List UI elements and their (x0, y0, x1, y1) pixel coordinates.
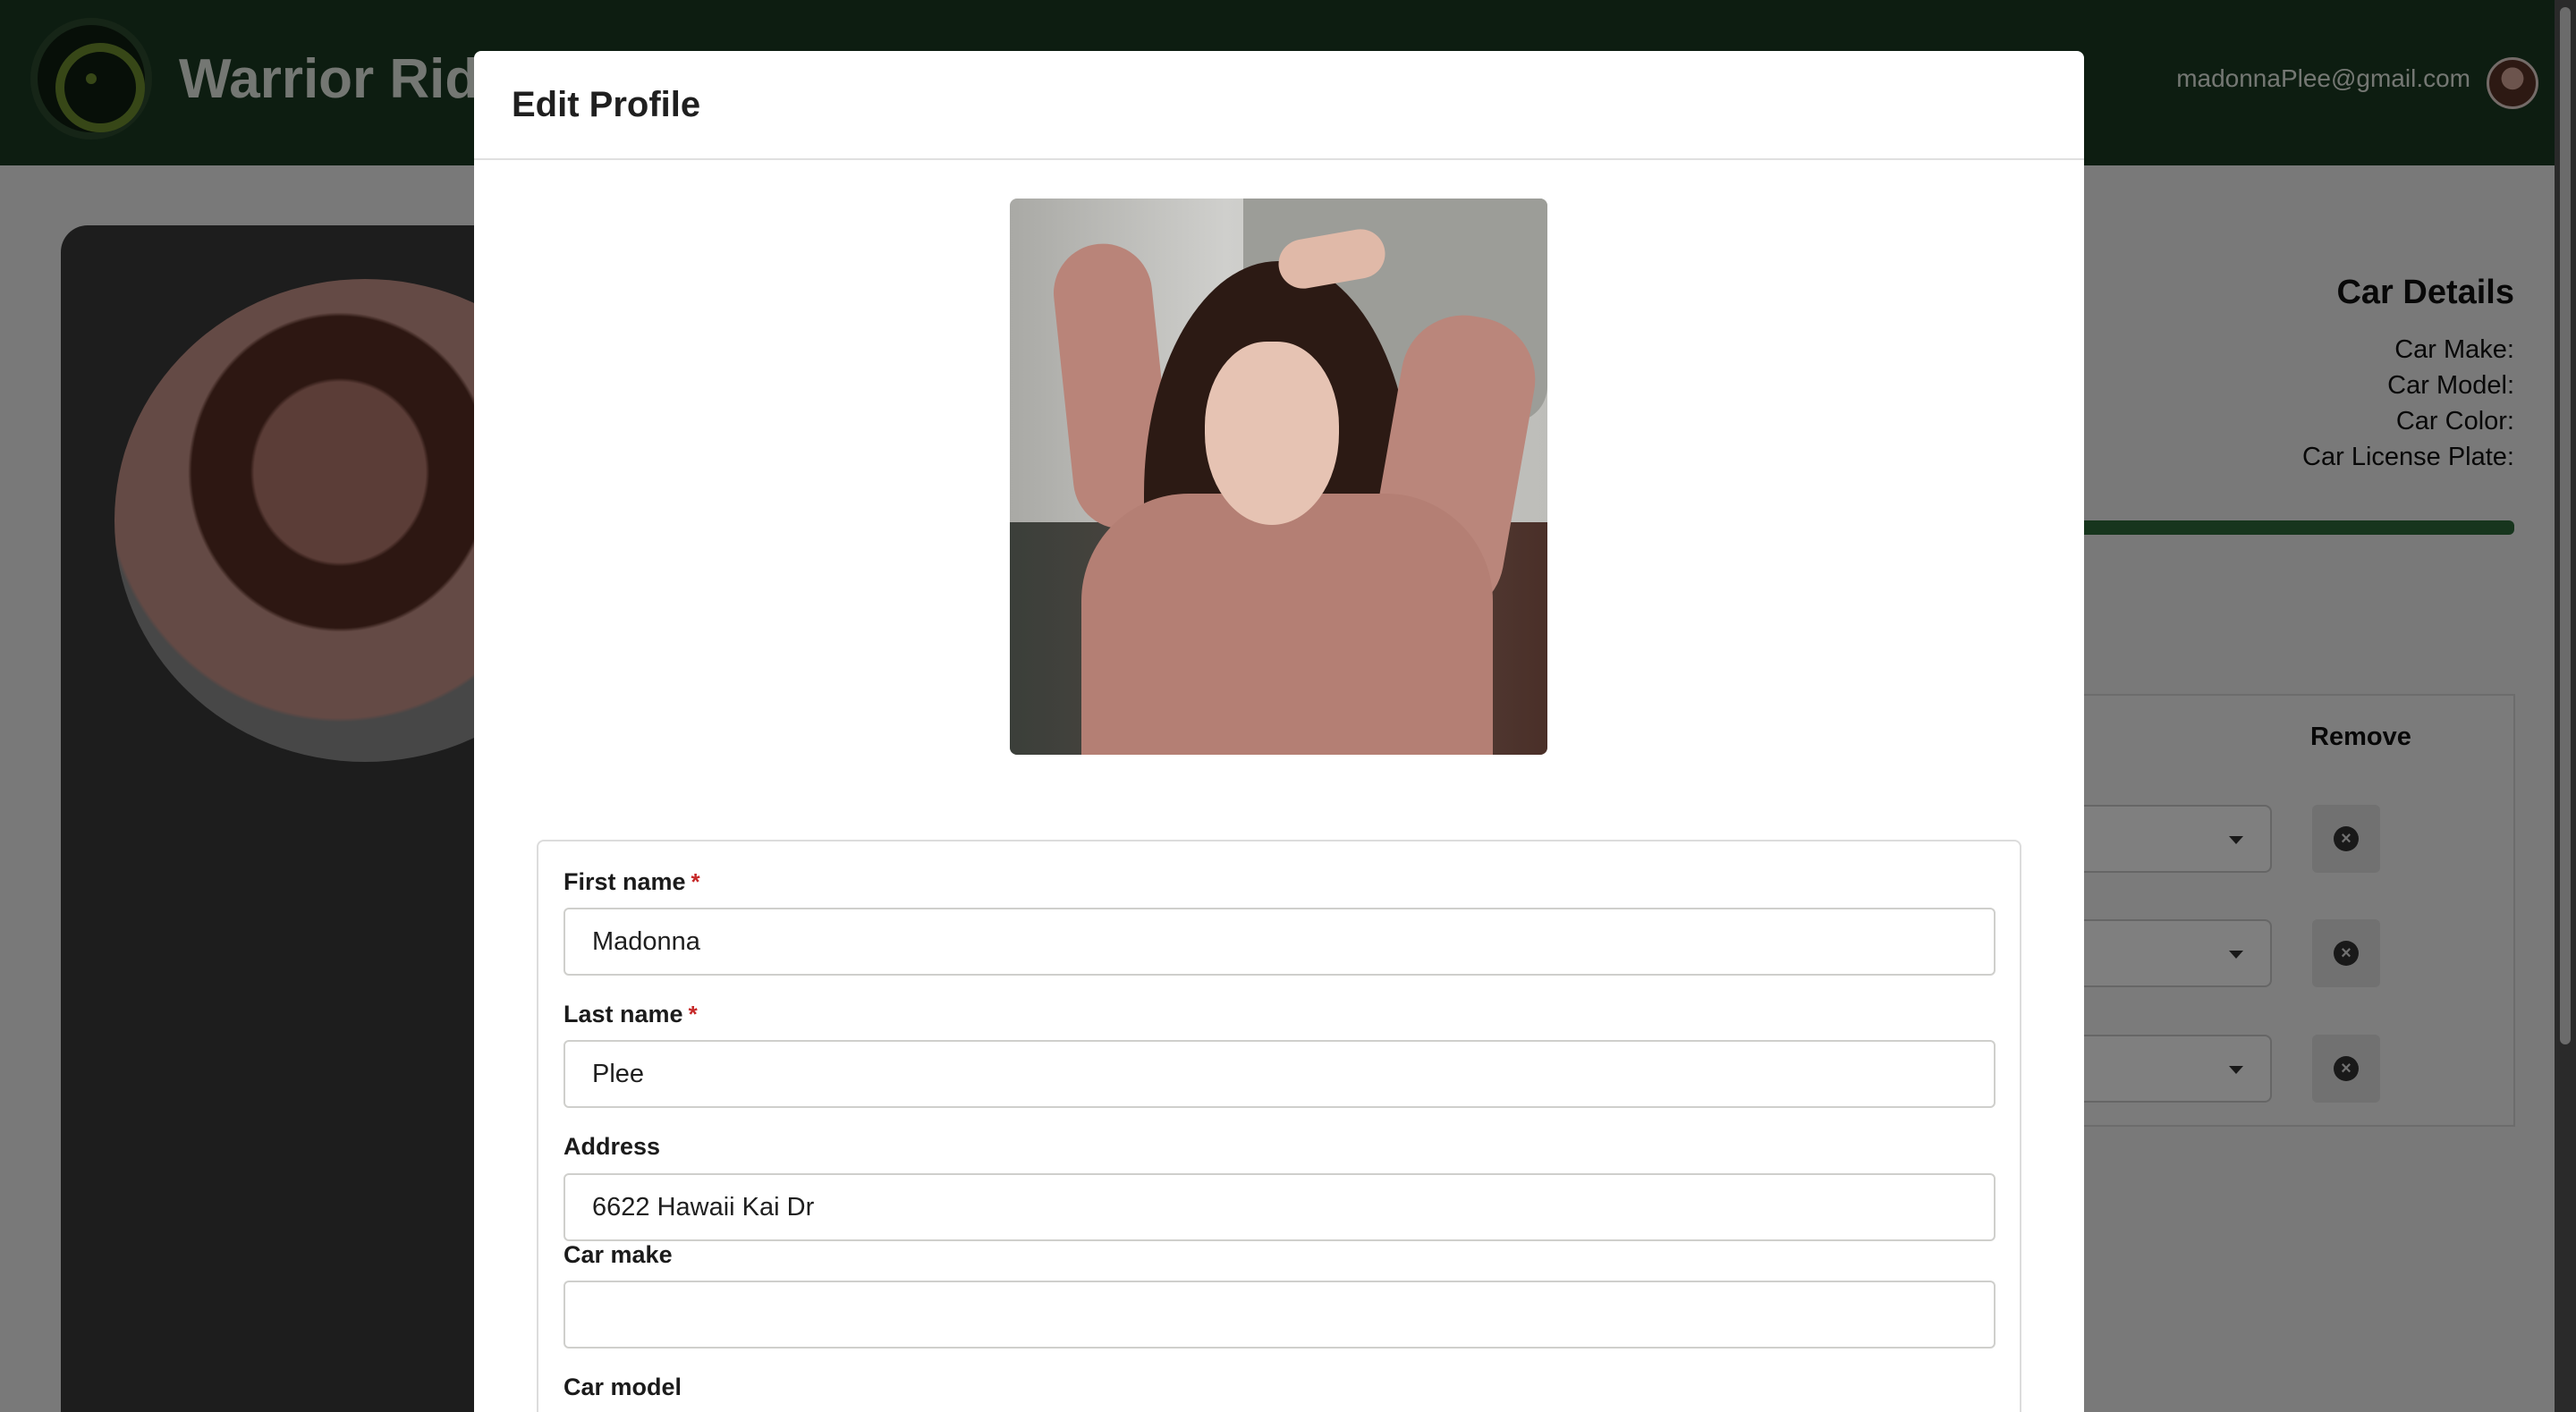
last-name-label: Last name * (564, 1001, 698, 1027)
page-scrollbar[interactable] (2555, 0, 2576, 1412)
modal-title: Edit Profile (512, 84, 701, 124)
last-name-input[interactable] (564, 1040, 1996, 1108)
car-make-label: Car make (564, 1241, 673, 1268)
address-input[interactable] (564, 1173, 1996, 1241)
modal-header: Edit Profile (474, 51, 2084, 160)
required-marker: * (688, 1001, 698, 1027)
photo-figure (1205, 342, 1339, 525)
profile-image[interactable] (1010, 199, 1547, 755)
profile-form: First name* Last name* Address Car make … (537, 840, 2021, 1412)
car-make-input[interactable] (564, 1281, 1996, 1349)
photo-figure (1081, 494, 1493, 755)
address-label: Address (564, 1133, 661, 1160)
scrollbar-thumb[interactable] (2560, 7, 2571, 1044)
edit-profile-modal: Edit Profile First name* Last name* Addr… (474, 51, 2084, 1412)
car-model-label: Car model (564, 1374, 682, 1400)
first-name-label: First name * (564, 868, 700, 895)
first-name-input[interactable] (564, 908, 1996, 976)
required-marker: * (691, 868, 700, 895)
